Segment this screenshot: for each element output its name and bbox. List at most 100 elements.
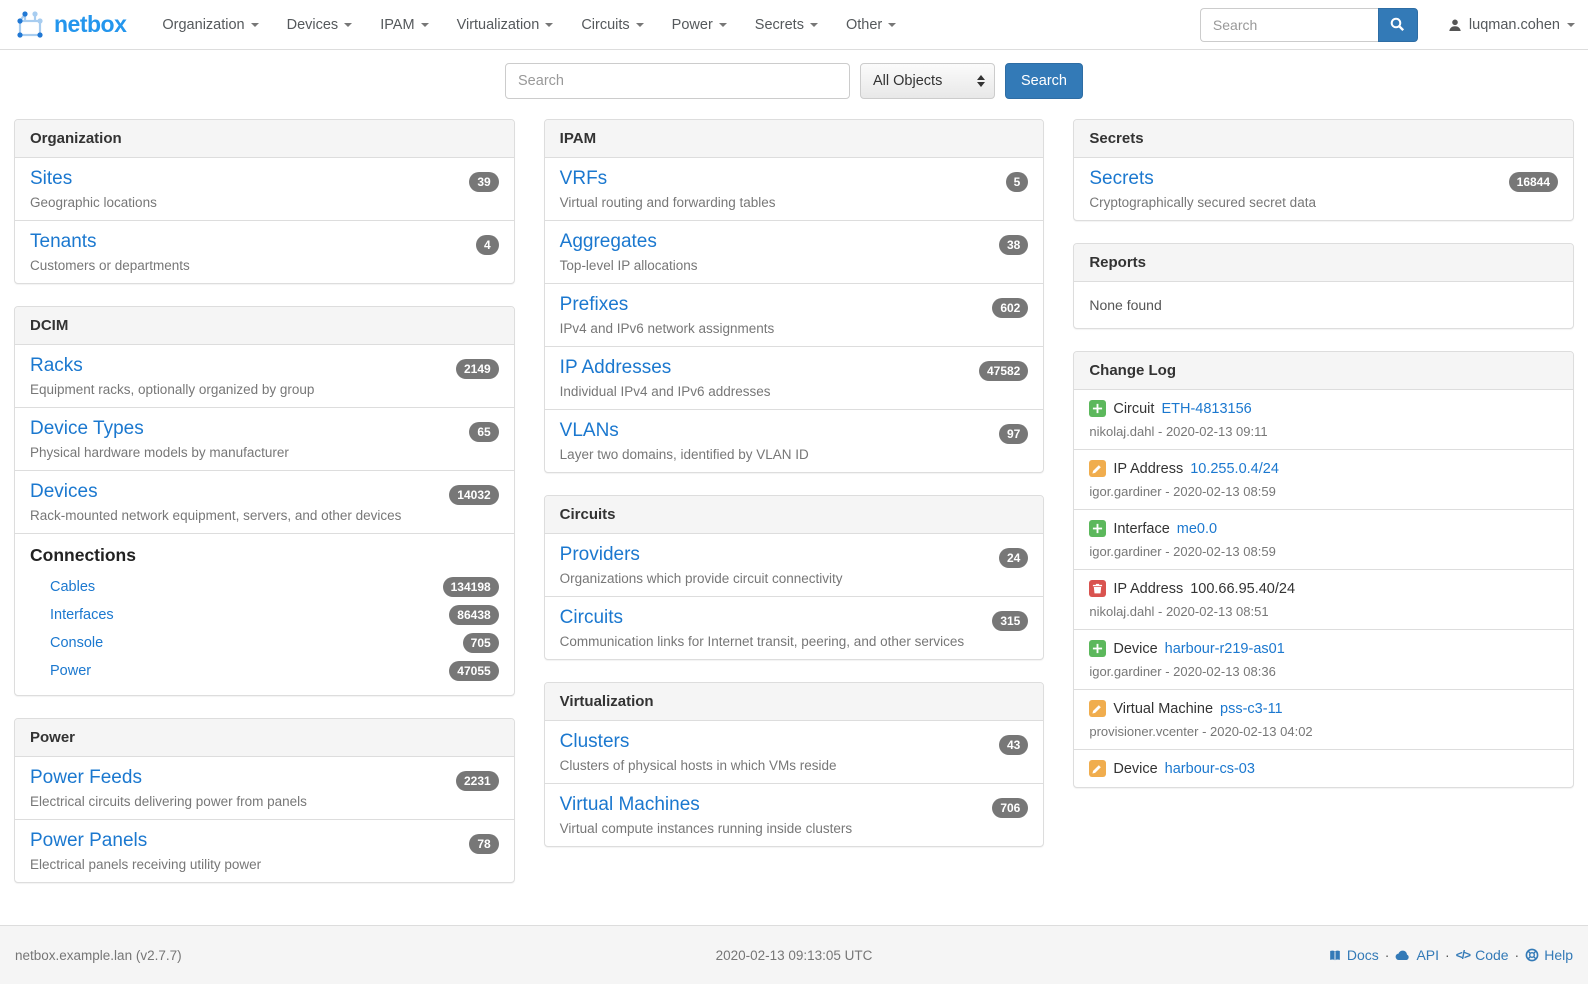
code-icon: </>	[1456, 948, 1470, 962]
connections-heading: Connections	[30, 545, 499, 566]
count-badge: 705	[463, 633, 499, 653]
page-footer: netbox.example.lan (v2.7.7) 2020-02-13 0…	[0, 925, 1588, 984]
chevron-down-icon	[344, 23, 352, 27]
count-badge: 47582	[979, 361, 1028, 381]
count-badge: 38	[999, 235, 1028, 255]
panel-reports: ReportsNone found	[1073, 243, 1574, 329]
tenants-link[interactable]: Tenants	[30, 231, 97, 252]
object-name: 100.66.95.40/24	[1190, 581, 1295, 597]
count-badge: 16844	[1509, 172, 1558, 192]
circuits-link[interactable]: Circuits	[560, 607, 623, 628]
secrets-link[interactable]: Secrets	[1089, 168, 1153, 189]
object-type: Interface	[1113, 521, 1169, 537]
connection-row-power: Power47055	[30, 657, 499, 685]
nav-item-ipam[interactable]: IPAM	[366, 0, 442, 50]
panel-row-tenants: 4TenantsCustomers or departments	[15, 220, 514, 283]
count-badge: 97	[999, 424, 1028, 444]
aggregates-link[interactable]: Aggregates	[560, 231, 657, 252]
footer-host: netbox.example.lan (v2.7.7)	[15, 948, 716, 963]
panel-row-aggregates: 38AggregatesTop-level IP allocations	[545, 220, 1044, 283]
panel-row-devices: 14032DevicesRack-mounted network equipme…	[15, 470, 514, 533]
ip-addresses-link[interactable]: IP Addresses	[560, 357, 672, 378]
global-search-button[interactable]: Search	[1005, 63, 1083, 99]
footer-link-label: API	[1416, 947, 1439, 963]
navbar-search-input[interactable]	[1200, 8, 1378, 42]
racks-link[interactable]: Racks	[30, 355, 83, 376]
footer-link-label: Help	[1544, 947, 1573, 963]
empty-message: None found	[1074, 282, 1573, 328]
panel-row-clusters: 43ClustersClusters of physical hosts in …	[545, 721, 1044, 783]
object-type-select[interactable]: All Objects	[860, 63, 995, 99]
panel-secrets: Secrets16844SecretsCryptographically sec…	[1073, 119, 1574, 221]
nav-item-organization[interactable]: Organization	[148, 0, 272, 50]
nav-item-power[interactable]: Power	[658, 0, 741, 50]
panel-power: Power2231Power FeedsElectrical circuits …	[14, 718, 515, 883]
power-link[interactable]: Power	[50, 663, 91, 679]
panel-body: 2149RacksEquipment racks, optionally org…	[15, 345, 514, 695]
changelog-entry: CircuitETH-4813156nikolaj.dahl - 2020-02…	[1074, 390, 1573, 449]
nav-item-label: Virtualization	[457, 17, 540, 33]
user-icon	[1448, 18, 1462, 32]
devices-link[interactable]: Devices	[30, 481, 98, 502]
clusters-link[interactable]: Clusters	[560, 731, 630, 752]
power-panels-link[interactable]: Power Panels	[30, 830, 147, 851]
netbox-logo[interactable]: netbox	[13, 10, 126, 40]
user-menu[interactable]: luqman.cohen	[1448, 17, 1575, 33]
item-description: Physical hardware models by manufacturer	[30, 445, 499, 460]
changelog-entry: Virtual Machinepss-c3-11provisioner.vcen…	[1074, 689, 1573, 749]
footer-link-label: Docs	[1347, 947, 1379, 963]
changelog-entry: Deviceharbour-r219-as01igor.gardiner - 2…	[1074, 629, 1573, 689]
sites-link[interactable]: Sites	[30, 168, 72, 189]
interfaces-link[interactable]: Interfaces	[50, 607, 114, 623]
global-search-input[interactable]	[505, 63, 850, 99]
chevron-down-icon	[421, 23, 429, 27]
item-description: Virtual routing and forwarding tables	[560, 195, 1029, 210]
item-description: Organizations which provide circuit conn…	[560, 571, 1029, 586]
nav-item-label: Power	[672, 17, 713, 33]
footer-link-help[interactable]: Help	[1525, 947, 1573, 963]
cables-link[interactable]: Cables	[50, 579, 95, 595]
virtual-machines-link[interactable]: Virtual Machines	[560, 794, 700, 815]
prefixes-link[interactable]: Prefixes	[560, 294, 629, 315]
object-type-selected: All Objects	[873, 73, 942, 89]
providers-link[interactable]: Providers	[560, 544, 640, 565]
separator-dot: ·	[1515, 947, 1520, 963]
panel-title: Circuits	[545, 496, 1044, 534]
nav-item-secrets[interactable]: Secrets	[741, 0, 832, 50]
panel-row-providers: 24ProvidersOrganizations which provide c…	[545, 534, 1044, 596]
nav-item-virtualization[interactable]: Virtualization	[443, 0, 568, 50]
object-link[interactable]: me0.0	[1177, 521, 1217, 537]
navbar-search-button[interactable]	[1378, 8, 1418, 42]
object-link[interactable]: harbour-r219-as01	[1165, 641, 1285, 657]
object-link[interactable]: 10.255.0.4/24	[1190, 461, 1279, 477]
object-link[interactable]: harbour-cs-03	[1165, 761, 1255, 777]
footer-link-api[interactable]: API	[1395, 947, 1439, 963]
nav-item-devices[interactable]: Devices	[273, 0, 367, 50]
device-types-link[interactable]: Device Types	[30, 418, 144, 439]
count-badge: 5	[1006, 172, 1029, 192]
object-type: IP Address	[1113, 581, 1183, 597]
panel-title: Reports	[1074, 244, 1573, 282]
item-description: Rack-mounted network equipment, servers,…	[30, 508, 499, 523]
item-description: Communication links for Internet transit…	[560, 634, 1029, 649]
nav-item-circuits[interactable]: Circuits	[567, 0, 657, 50]
column-right: Secrets16844SecretsCryptographically sec…	[1073, 119, 1574, 810]
panel-title: Organization	[15, 120, 514, 158]
object-link[interactable]: ETH-4813156	[1161, 401, 1251, 417]
panel-body: 2231Power FeedsElectrical circuits deliv…	[15, 757, 514, 882]
entry-meta: igor.gardiner - 2020-02-13 08:59	[1089, 544, 1558, 559]
vrfs-link[interactable]: VRFs	[560, 168, 608, 189]
console-link[interactable]: Console	[50, 635, 103, 651]
object-link[interactable]: pss-c3-11	[1220, 701, 1283, 717]
panel-title: Change Log	[1074, 352, 1573, 390]
brand-name: netbox	[54, 11, 126, 38]
username: luqman.cohen	[1469, 17, 1560, 33]
nav-item-other[interactable]: Other	[832, 0, 910, 50]
select-arrows-icon	[977, 75, 985, 87]
entry-meta: nikolaj.dahl - 2020-02-13 09:11	[1089, 424, 1558, 439]
panel-row-device-types: 65Device TypesPhysical hardware models b…	[15, 407, 514, 470]
power-feeds-link[interactable]: Power Feeds	[30, 767, 142, 788]
vlans-link[interactable]: VLANs	[560, 420, 619, 441]
footer-link-docs[interactable]: Docs	[1328, 947, 1379, 963]
footer-link-code[interactable]: </>Code	[1456, 947, 1509, 963]
